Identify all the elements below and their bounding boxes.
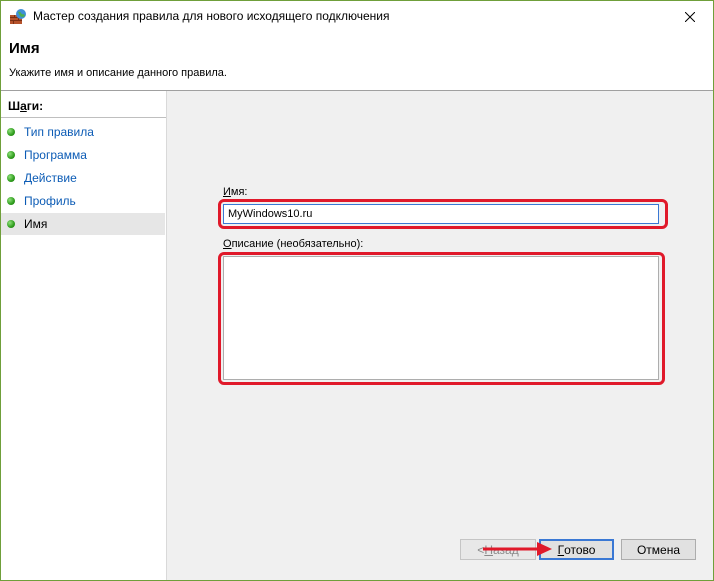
name-label: Имя: (223, 186, 248, 198)
steps-title: Шаги: (8, 99, 44, 113)
step-profile[interactable]: Профиль (1, 190, 165, 212)
step-label: Профиль (24, 194, 76, 208)
step-label: Программа (24, 148, 87, 162)
step-action[interactable]: Действие (1, 167, 165, 189)
name-input[interactable] (223, 204, 659, 224)
finish-button[interactable]: Готово (539, 539, 614, 560)
wizard-body: Шаги: Тип правила Программа Действие Про… (1, 91, 713, 580)
green-dot-icon (7, 151, 15, 159)
green-dot-icon (7, 128, 15, 136)
step-label: Имя (24, 217, 48, 231)
window-title: Мастер создания правила для нового исход… (33, 9, 390, 23)
page-title: Имя (9, 40, 40, 57)
green-dot-icon (7, 197, 15, 205)
wizard-header: Имя Укажите имя и описание данного прави… (1, 32, 713, 90)
step-label: Действие (24, 171, 77, 185)
page-subtitle: Укажите имя и описание данного правила. (9, 67, 227, 79)
wizard-window: Мастер создания правила для нового исход… (0, 0, 714, 581)
step-program[interactable]: Программа (1, 144, 165, 166)
step-label: Тип правила (24, 125, 94, 139)
firewall-globe-icon (10, 9, 26, 24)
steps-divider (1, 117, 166, 118)
close-button[interactable] (667, 1, 713, 32)
description-input[interactable] (223, 256, 659, 380)
step-name[interactable]: Имя (1, 213, 165, 235)
back-button[interactable]: < Назад (460, 539, 536, 560)
green-dot-icon (7, 220, 15, 228)
title-bar: Мастер создания правила для нового исход… (1, 1, 713, 32)
cancel-button[interactable]: Отмена (621, 539, 696, 560)
green-dot-icon (7, 174, 15, 182)
close-icon (685, 11, 695, 22)
description-label: Описание (необязательно): (223, 238, 364, 250)
steps-sidebar: Шаги: Тип правила Программа Действие Про… (1, 91, 167, 580)
step-rule-type[interactable]: Тип правила (1, 121, 165, 143)
